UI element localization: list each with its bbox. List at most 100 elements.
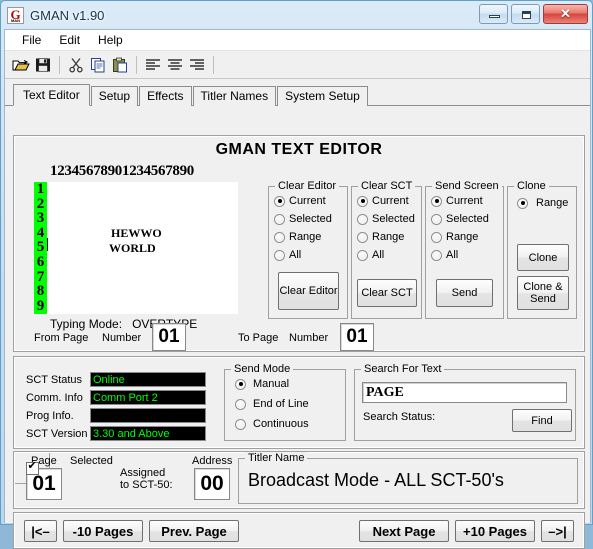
radio-send-screen-all[interactable]: All [431,249,458,261]
search-group: Search For Text PAGE Search Status: Find [354,363,576,441]
menu-edit[interactable]: Edit [50,31,89,49]
cut-icon[interactable] [65,54,87,76]
line-number: 7 [36,268,45,285]
radio-clear-editor-selected[interactable]: Selected [274,213,332,225]
clear-editor-legend: Clear Editor [275,180,340,192]
radio-icon [431,195,442,207]
clear-editor-group: Clear Editor Current Selected Range All [268,180,348,319]
maximize-button[interactable] [511,4,540,24]
line-number: 3 [36,210,45,227]
plus-10-pages-button[interactable]: +10 Pages [455,520,535,542]
find-button[interactable]: Find [512,409,572,432]
minus-10-pages-button[interactable]: -10 Pages [63,520,143,542]
titler-name-group: Titler Name Broadcast Mode - ALL SCT-50'… [238,452,578,504]
close-button[interactable]: ✕ [543,4,588,24]
tab-titler-names[interactable]: Titler Names [192,86,277,106]
radio-label: Current [372,195,409,207]
last-page-button[interactable]: –>| [541,520,574,542]
assigned-line-1: Assigned [120,467,166,479]
align-left-icon[interactable] [142,54,164,76]
radio-send-mode-manual[interactable]: Manual [235,378,289,390]
app-window: G MAN GMAN v1.90 ✕ File Edit Help Text E… [0,0,593,549]
open-icon[interactable] [10,54,32,76]
radio-clear-sct-current[interactable]: Current [357,195,409,207]
tab-text-editor[interactable]: Text Editor [13,84,90,106]
radio-icon [517,197,528,209]
radio-clear-editor-current[interactable]: Current [274,195,326,207]
prog-info-label: Prog Info. [26,410,74,422]
radio-clear-sct-range[interactable]: Range [357,231,404,243]
send-mode-group: Send Mode Manual End of Line Continuous [224,363,346,441]
text-caret [47,238,48,251]
editor-line-4: HEWWO [111,226,162,240]
tab-effects[interactable]: Effects [139,86,192,106]
radio-send-mode-continuous[interactable]: Continuous [235,418,309,430]
radio-icon [431,231,442,243]
clone-legend: Clone [514,180,549,192]
selected-label: Selected [70,455,113,467]
copy-icon[interactable] [87,54,109,76]
menu-bar: File Edit Help [5,30,590,51]
checkbox-icon[interactable] [25,460,39,475]
radio-clone-range[interactable]: Range [517,197,568,209]
clear-editor-button[interactable]: Clear Editor [278,272,339,310]
save-icon[interactable] [32,54,54,76]
send-button[interactable]: Send [436,279,493,307]
editor-line-5: WORLD [109,241,156,255]
search-input[interactable]: PAGE [362,382,567,403]
toolbar [5,51,590,79]
search-status-label: Search Status: [363,411,436,423]
radio-send-screen-selected[interactable]: Selected [431,213,489,225]
address-value-box[interactable]: 00 [194,468,230,500]
prog-info-value [90,408,206,423]
minimize-button[interactable] [479,4,508,24]
paste-icon[interactable] [109,54,131,76]
radio-send-screen-current[interactable]: Current [431,195,483,207]
radio-icon [274,195,285,207]
radio-clear-editor-all[interactable]: All [274,249,301,261]
clear-sct-group: Clear SCT Current Selected Range All Cle… [351,180,422,319]
title-bar: G MAN GMAN v1.90 ✕ [1,1,592,29]
assigned-line-2: to SCT-50: [120,479,173,491]
next-page-button[interactable]: Next Page [359,520,449,542]
first-page-button[interactable]: |<– [24,520,57,542]
sct-version-label: SCT Version [26,428,88,440]
radio-icon [235,418,246,430]
window-title: GMAN v1.90 [30,7,105,23]
comm-info-value: Comm Port 2 [90,390,206,405]
send-mode-legend: Send Mode [231,363,294,375]
from-page-number[interactable]: 01 [152,323,186,351]
to-page-number[interactable]: 01 [340,323,374,351]
menu-help[interactable]: Help [89,31,132,49]
radio-clear-editor-range[interactable]: Range [274,231,321,243]
radio-clear-sct-all[interactable]: All [357,249,384,261]
radio-clear-sct-selected[interactable]: Selected [357,213,415,225]
text-editor-canvas[interactable]: HEWWO WORLD [47,182,238,314]
line-number: 8 [36,283,45,300]
tab-system-setup[interactable]: System Setup [277,86,368,106]
titler-name-value: Broadcast Mode - ALL SCT-50's [248,470,504,490]
minimize-icon [489,15,500,18]
clear-sct-button[interactable]: Clear SCT [357,279,417,307]
prev-page-button[interactable]: Prev. Page [149,520,239,542]
clear-sct-legend: Clear SCT [358,180,416,192]
search-legend: Search For Text [361,363,445,375]
window-client-area: File Edit Help Text Editor Setup Effects… [4,29,591,549]
from-number-label: Number [102,332,142,344]
column-ruler: 12345678901234567890 [50,163,195,179]
page-range-row: From Page Number 01 To Page Number 01 [24,323,576,351]
clone-send-label: Clone & Send [523,281,563,305]
align-right-icon[interactable] [186,54,208,76]
tab-setup[interactable]: Setup [90,86,139,106]
clone-button[interactable]: Clone [517,244,569,271]
radio-send-mode-end-of-line[interactable]: End of Line [235,398,309,410]
assigned-to-sct50-label: Assigned to SCT-50: [120,467,173,491]
clone-send-button[interactable]: Clone & Send [517,276,569,310]
line-number: 5 [36,239,45,256]
radio-label: Manual [253,378,290,390]
align-center-icon[interactable] [164,54,186,76]
menu-file[interactable]: File [13,31,50,49]
radio-send-screen-range[interactable]: Range [431,231,478,243]
radio-icon [274,231,285,243]
radio-label: Range [372,231,405,243]
